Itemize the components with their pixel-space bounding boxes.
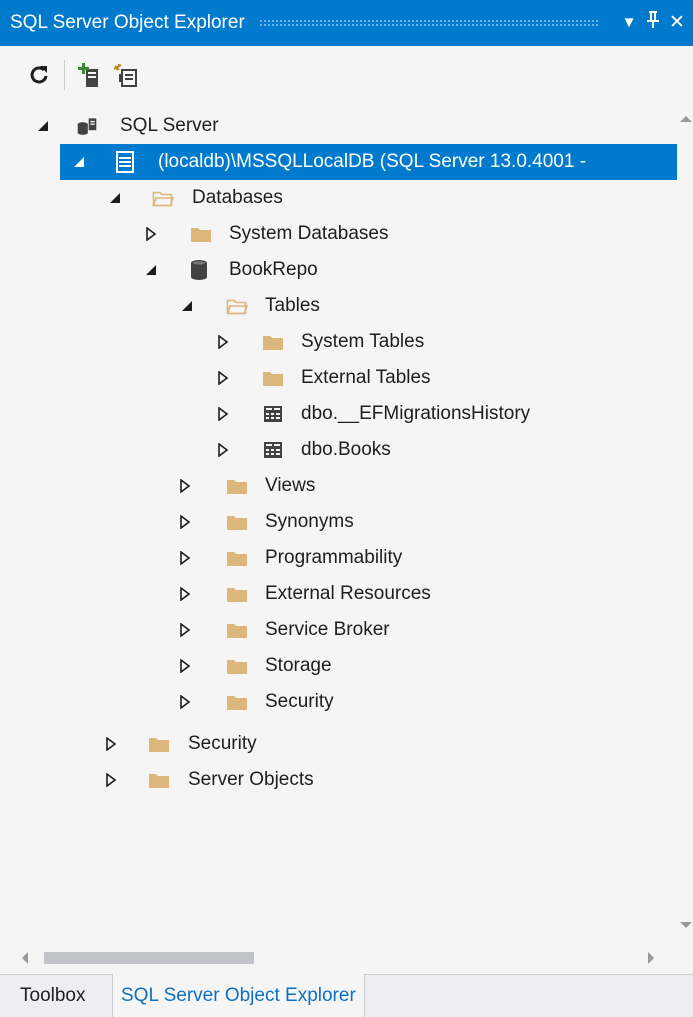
tree-node[interactable]: Tables bbox=[0, 288, 677, 324]
horizontal-scroll-thumb[interactable] bbox=[44, 952, 254, 964]
object-explorer-tree[interactable]: SQL Server (localdb)\MSSQLLocalDB (SQL Se… bbox=[0, 104, 677, 942]
folder-icon bbox=[190, 223, 212, 245]
bottom-tab-strip: Toolbox SQL Server Object Explorer bbox=[0, 974, 693, 1017]
tree-node-label: Storage bbox=[265, 655, 332, 676]
expanded-arrow-icon[interactable] bbox=[108, 191, 122, 205]
tree-node-label: Synonyms bbox=[265, 511, 354, 532]
collapsed-arrow-icon[interactable] bbox=[178, 479, 192, 493]
tree-node[interactable]: Storage bbox=[0, 648, 677, 684]
tree-node[interactable]: Databases bbox=[0, 180, 677, 216]
tree-node[interactable]: Programmability bbox=[0, 540, 677, 576]
collapsed-arrow-icon[interactable] bbox=[216, 407, 230, 421]
expanded-arrow-icon[interactable] bbox=[36, 119, 50, 133]
tree-node-label: External Resources bbox=[265, 583, 431, 604]
tree-node-label: Service Broker bbox=[265, 619, 390, 640]
expanded-arrow-icon[interactable] bbox=[72, 155, 86, 169]
horizontal-scrollbar[interactable] bbox=[0, 942, 677, 974]
refresh-icon[interactable] bbox=[24, 60, 54, 90]
folder-icon bbox=[226, 511, 248, 533]
folder-icon bbox=[226, 583, 248, 605]
scroll-right-arrow-icon[interactable] bbox=[648, 952, 654, 964]
tree-node[interactable]: dbo.__EFMigrationsHistory bbox=[0, 396, 677, 432]
tree-node[interactable]: System Tables bbox=[0, 324, 677, 360]
tree-node-label: System Tables bbox=[301, 331, 425, 352]
close-icon[interactable]: ✕ bbox=[665, 0, 689, 46]
tree-node[interactable]: SQL Server bbox=[0, 108, 677, 144]
tree-node[interactable]: (localdb)\MSSQLLocalDB (SQL Server 13.0.… bbox=[60, 144, 677, 180]
tree-node-label: Databases bbox=[192, 187, 283, 208]
collapsed-arrow-icon[interactable] bbox=[178, 551, 192, 565]
collapsed-arrow-icon[interactable] bbox=[216, 443, 230, 457]
collapsed-arrow-icon[interactable] bbox=[104, 773, 118, 787]
tree-node-label: System Databases bbox=[229, 223, 389, 244]
collapsed-arrow-icon[interactable] bbox=[104, 737, 118, 751]
tab-toolbox[interactable]: Toolbox bbox=[12, 975, 94, 1017]
collapsed-arrow-icon[interactable] bbox=[216, 335, 230, 349]
folder-icon bbox=[226, 655, 248, 677]
tree-node[interactable]: Security bbox=[0, 726, 677, 762]
tree-node-label: BookRepo bbox=[229, 259, 318, 280]
tree-node-label: Security bbox=[188, 733, 257, 754]
folder-icon bbox=[262, 367, 284, 389]
collapsed-arrow-icon[interactable] bbox=[178, 587, 192, 601]
tree-node[interactable]: Views bbox=[0, 468, 677, 504]
tree-node[interactable]: External Tables bbox=[0, 360, 677, 396]
collapsed-arrow-icon[interactable] bbox=[178, 623, 192, 637]
tree-node-label: Server Objects bbox=[188, 769, 314, 790]
tree-node[interactable]: Security bbox=[0, 684, 677, 720]
tree-node-label: Views bbox=[265, 475, 316, 496]
tree-node[interactable]: System Databases bbox=[0, 216, 677, 252]
tree-node-label: (localdb)\MSSQLLocalDB (SQL Server 13.0.… bbox=[158, 151, 587, 172]
tree-node-label: dbo.__EFMigrationsHistory bbox=[301, 403, 531, 424]
table-icon bbox=[262, 439, 284, 461]
collapsed-arrow-icon[interactable] bbox=[216, 371, 230, 385]
tree-node-label: Security bbox=[265, 691, 334, 712]
panel-title: SQL Server Object Explorer bbox=[10, 12, 245, 33]
sql-server-icon bbox=[76, 115, 98, 137]
folder-icon bbox=[226, 619, 248, 641]
vertical-scrollbar[interactable] bbox=[677, 104, 693, 942]
folder-icon bbox=[148, 769, 170, 791]
tree-node[interactable]: BookRepo bbox=[0, 252, 677, 288]
tree-node[interactable]: Synonyms bbox=[0, 504, 677, 540]
scroll-down-arrow-icon[interactable] bbox=[680, 922, 692, 928]
tree-node-label: Tables bbox=[265, 295, 320, 316]
scroll-left-arrow-icon[interactable] bbox=[22, 952, 28, 964]
collapsed-arrow-icon[interactable] bbox=[178, 695, 192, 709]
panel-title-bar[interactable]: SQL Server Object Explorer ▼ ✕ bbox=[0, 0, 693, 46]
tree-node[interactable]: dbo.Books bbox=[0, 432, 677, 468]
folder-open-icon bbox=[152, 187, 174, 209]
collapsed-arrow-icon[interactable] bbox=[178, 659, 192, 673]
tab-sql-server-object-explorer[interactable]: SQL Server Object Explorer bbox=[112, 974, 365, 1017]
expanded-arrow-icon[interactable] bbox=[144, 263, 158, 277]
collapsed-arrow-icon[interactable] bbox=[178, 515, 192, 529]
database-icon bbox=[188, 259, 210, 281]
folder-icon bbox=[262, 331, 284, 353]
table-icon bbox=[262, 403, 284, 425]
add-sql-server-icon[interactable] bbox=[75, 60, 105, 90]
tree-node-label: Programmability bbox=[265, 547, 403, 568]
toolbar-separator bbox=[64, 60, 65, 90]
tree-node-label: dbo.Books bbox=[301, 439, 391, 460]
tree-node[interactable]: Service Broker bbox=[0, 612, 677, 648]
auto-hide-pin-icon[interactable] bbox=[641, 0, 665, 46]
server-instance-icon bbox=[114, 151, 136, 173]
collapsed-arrow-icon[interactable] bbox=[144, 227, 158, 241]
scrollbar-corner bbox=[677, 942, 693, 974]
tree-node[interactable]: External Resources bbox=[0, 576, 677, 612]
expanded-arrow-icon[interactable] bbox=[180, 299, 194, 313]
title-bar-grip[interactable] bbox=[258, 19, 599, 27]
folder-icon bbox=[226, 475, 248, 497]
scroll-up-arrow-icon[interactable] bbox=[680, 116, 692, 122]
new-query-icon[interactable] bbox=[111, 60, 141, 90]
folder-icon bbox=[148, 733, 170, 755]
tree-node[interactable]: Server Objects bbox=[0, 762, 677, 798]
toolbar bbox=[0, 46, 693, 104]
tree-node-label: SQL Server bbox=[120, 115, 219, 136]
window-position-dropdown-icon[interactable]: ▼ bbox=[617, 0, 641, 46]
folder-icon bbox=[226, 691, 248, 713]
folder-icon bbox=[226, 547, 248, 569]
tree-node-label: External Tables bbox=[301, 367, 431, 388]
folder-open-icon bbox=[226, 295, 248, 317]
